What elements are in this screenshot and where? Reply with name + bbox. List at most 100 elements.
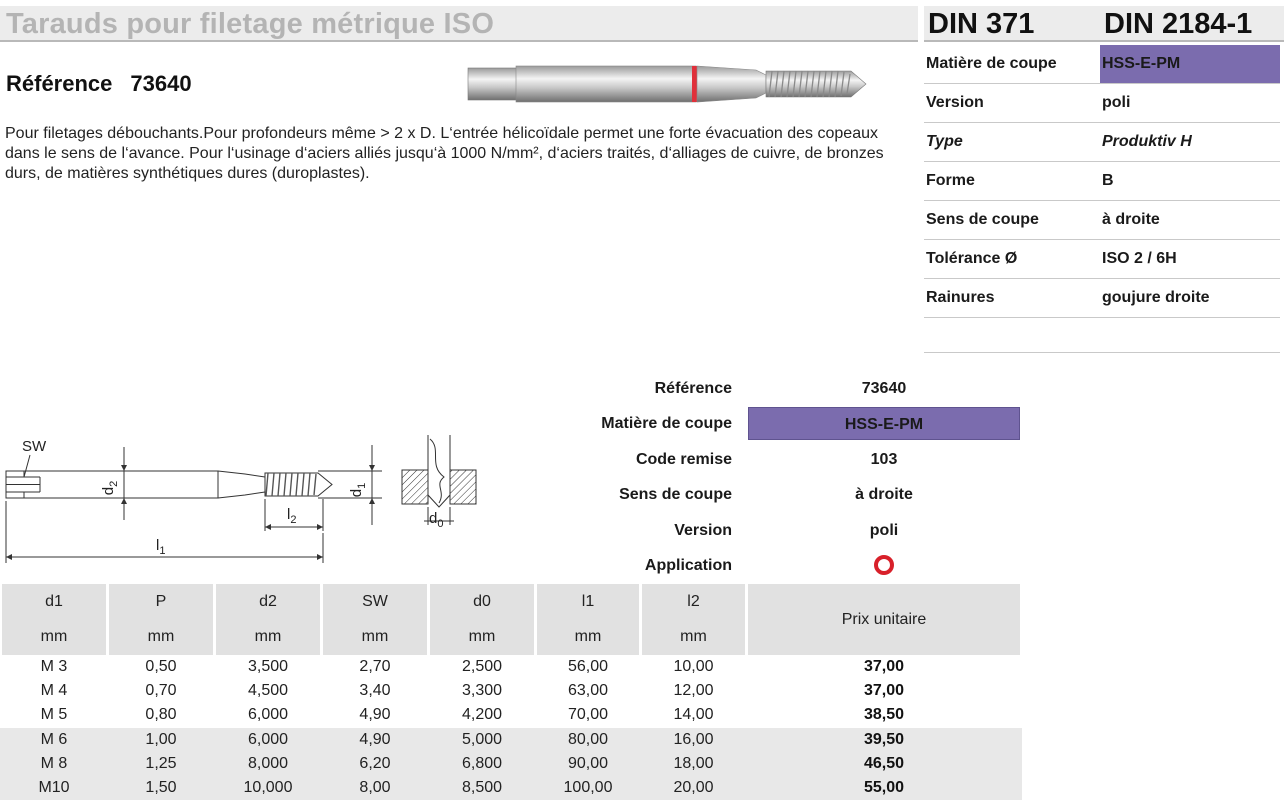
price-cell: 37,00 [863,658,905,675]
table-cell: 20,00 [673,778,714,796]
table-cell: 6,000 [247,706,289,724]
table-cell: M10 [38,778,70,796]
label-sw: SW [22,438,47,455]
column-header: l2 mm [642,584,745,655]
spec-row: Matière de coupe HSS-E-PM [924,45,1280,84]
reference-label: Référence [6,71,113,96]
table-cell: 8,00 [359,778,391,796]
spec-value: goujure droite [1102,289,1210,306]
table-row: M 6 1,00 6,000 4,90 5,000 80,00 16,00 39,50 [0,727,1022,752]
spec-label: Tolérance Ø [926,250,1018,267]
specs-table: Matière de coupe HSS-E-PM Version poli Typ… [924,45,1280,318]
table-row: M10 1,50 10,000 8,00 8,500 100,00 20,00 55,00 [0,775,1022,800]
spec-row: Rainures goujure droite [924,279,1280,318]
spec-label: Type [926,133,963,150]
spec-label: Version [926,94,984,111]
table-row: M 8 1,25 8,000 6,20 6,800 90,00 18,00 46,50 [0,751,1022,776]
table-cell: M 8 [40,754,68,772]
price-cell: 55,00 [863,778,905,796]
table-cell: 3,300 [461,682,503,700]
summary-list: Référence 73640 Matière de coupe HSS-E-PM … [430,371,1020,583]
table-row: M 4 0,70 4,500 3,40 3,300 63,00 12,00 37,00 [0,679,1022,703]
table-cell: 1,50 [145,778,177,796]
table-row: M 3 0,50 3,500 2,70 2,500 56,00 10,00 37,00 [0,655,1022,679]
table-cell: 63,00 [567,682,609,700]
summary-value: poli [869,521,899,539]
table-cell: 100,00 [563,778,613,796]
summary-value: HSS-E-PM [748,407,1020,441]
price-cell: 38,50 [863,706,905,724]
table-cell: 0,70 [145,682,177,700]
summary-row: Référence 73640 [430,371,1020,406]
label-d1: d1 [348,482,369,498]
table-cell: 4,90 [359,730,391,748]
table-cell: M 4 [40,682,68,700]
spec-value: à droite [1102,211,1160,228]
spec-label: Matière de coupe [926,55,1057,72]
price-cell: 39,50 [863,730,905,748]
table-cell: 6,000 [247,730,289,748]
dimensions-table: d1 mm Pmm d2 mm SW mm d0 mm l1 mm l2 mm Prix u… [0,584,1022,800]
summary-label: Application [644,556,732,574]
label-d2: d2 [100,480,121,496]
summary-row: Sens de coupe à droite [430,477,1020,512]
table-cell: 4,90 [359,706,391,724]
column-header: SW mm [323,584,427,655]
table-cell: 16,00 [673,730,714,748]
table-cell: 2,500 [461,658,503,675]
product-description: Pour filetages débouchants.Pour profonde… [5,125,884,182]
spec-row: Sens de coupe à droite [924,201,1280,240]
table-cell: 14,00 [673,706,714,724]
table-cell: 3,500 [247,658,289,675]
page-title: Tarauds pour filetage métrique ISO [6,8,495,40]
spec-label: Forme [926,172,975,189]
table-cell: 80,00 [567,730,609,748]
column-header: Pmm [109,584,213,655]
spec-value: B [1102,172,1114,189]
table-cell: 8,500 [461,778,503,796]
price-cell: 37,00 [863,682,905,700]
spec-value: Produktiv H [1102,133,1192,150]
standard-din-371: DIN 371 [924,6,1100,42]
price-header: Prix unitaire [748,584,1020,655]
summary-row: Matière de coupe HSS-E-PM [430,406,1020,441]
table-header: d1 mm Pmm d2 mm SW mm d0 mm l1 mm l2 mm Prix u… [0,584,1022,655]
table-cell: 4,500 [247,682,289,700]
table-cell: 0,50 [145,658,177,675]
table-cell: M 3 [40,658,68,675]
label-l2: l2 [287,506,297,526]
summary-value: 103 [870,450,898,468]
summary-label: Matière de coupe [601,415,732,433]
table-cell: 5,000 [461,730,503,748]
table-cell: 10,00 [673,658,714,675]
table-cell: 1,25 [145,754,177,772]
summary-label: Sens de coupe [619,486,732,504]
table-cell: 10,000 [243,778,293,796]
label-d0: d0 [429,510,444,530]
summary-value: à droite [855,486,913,504]
summary-row: Version poli [430,513,1020,548]
table-cell: 2,70 [359,658,391,675]
label-l1: l1 [156,537,166,557]
spec-row: Forme B [924,162,1280,201]
red-ring-icon [874,554,894,575]
spec-label: Sens de coupe [926,211,1039,228]
summary-value [748,548,1020,583]
summary-label: Référence [654,380,732,397]
summary-row: Application [430,548,1020,583]
table-cell: 8,000 [247,754,289,772]
table-cell: M 6 [40,730,68,748]
spec-row: Version poli [924,84,1280,123]
column-header: d2 mm [216,584,320,655]
reference-heading: Référence 73640 [6,71,192,97]
spec-value: poli [1102,94,1131,111]
spec-row: Tolérance Ø ISO 2 / 6H [924,240,1280,279]
column-header: d0 mm [430,584,534,655]
table-cell: 18,00 [673,754,714,772]
table-cell: 0,80 [145,706,177,724]
table-cell: 3,40 [359,682,391,700]
table-cell: 56,00 [567,658,609,675]
standard-din-2184: DIN 2184-1 [1100,6,1284,42]
table-cell: 12,00 [673,682,714,700]
table-cell: M 5 [40,706,68,724]
